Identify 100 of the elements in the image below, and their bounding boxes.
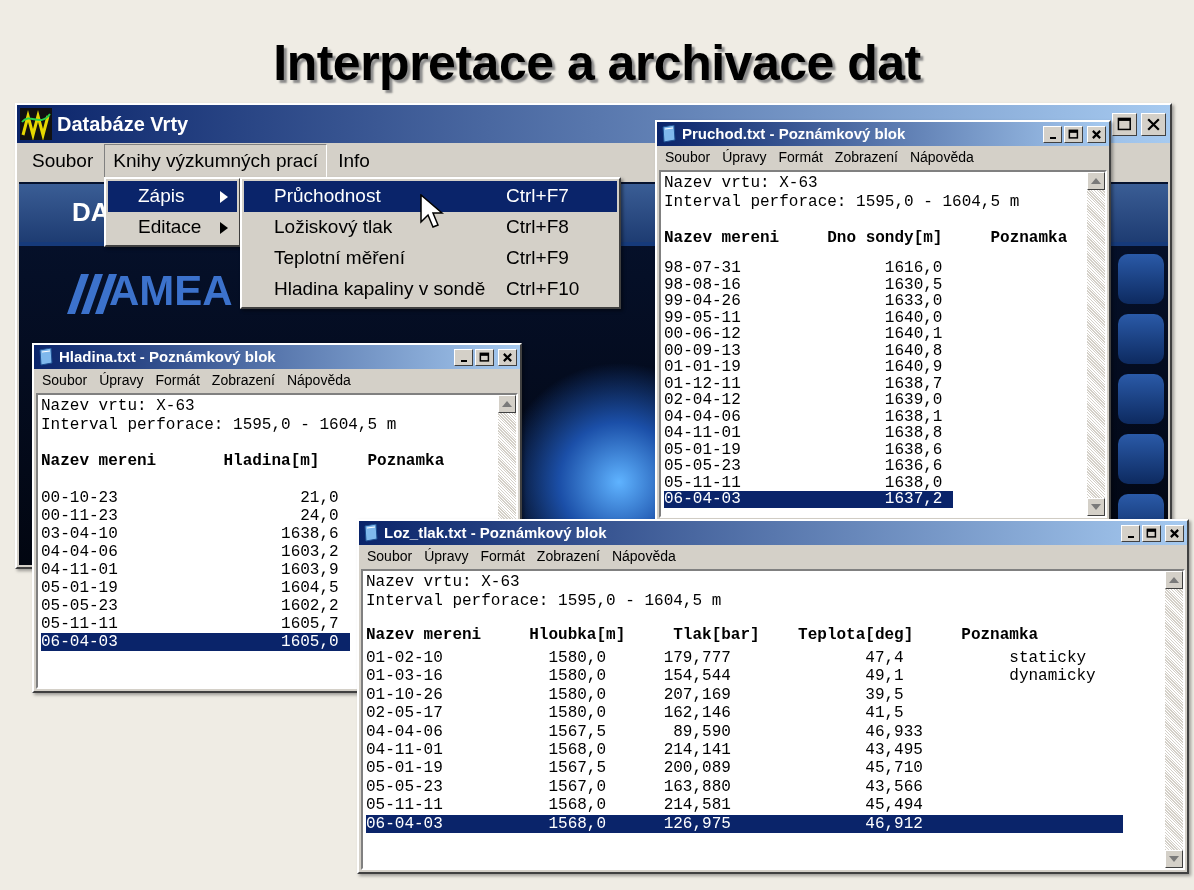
text-line: 05-01-19 1638,6 [664, 441, 943, 458]
notepad-icon [362, 524, 379, 542]
scroll-up-button[interactable] [498, 395, 516, 413]
menu-item[interactable]: Nápověda [905, 146, 978, 169]
text-line: Interval perforace: 1595,0 - 1604,5 m [664, 193, 1020, 212]
scroll-down-button[interactable] [1087, 498, 1105, 516]
tile-shape [1118, 254, 1164, 304]
text-line: 04-11-01 1603,9 [41, 561, 339, 579]
text-line: 98-07-31 1616,0 [664, 260, 943, 277]
menu-item[interactable]: Info [329, 143, 379, 179]
down-arrow-icon [1169, 856, 1179, 862]
text-line: 00-09-13 1640,8 [664, 342, 943, 359]
menu-item[interactable]: Formát [476, 545, 529, 568]
text-line: 00-11-23 24,0 [41, 507, 339, 525]
menu-item[interactable]: Soubor [363, 545, 417, 568]
logo-text: AMEA [109, 270, 233, 312]
close-button[interactable] [1141, 112, 1166, 136]
text-line: 02-05-17 1580,0 162,146 41,5 [366, 704, 904, 723]
menu-item[interactable]: Nápověda [282, 369, 355, 392]
text-line: 05-11-11 1638,0 [664, 474, 943, 491]
submenu-item[interactable]: Hladina kapaliny v sondě Ctrl+F10 [244, 274, 617, 305]
text-line: 04-04-06 1638,1 [664, 408, 943, 425]
menu-item[interactable]: Zobrazení [830, 146, 902, 169]
text-line: 01-12-11 1638,7 [664, 375, 943, 392]
menu-item[interactable]: Úpravy [95, 369, 148, 392]
text-line: 00-06-12 1640,1 [664, 326, 943, 343]
notepad-icon [37, 348, 54, 366]
maximize-button[interactable] [1112, 112, 1137, 136]
close-icon [1090, 127, 1103, 141]
menu-item[interactable]: Zobrazení [532, 545, 604, 568]
down-arrow-icon [1091, 504, 1101, 510]
text-line: 99-05-11 1640,0 [664, 309, 943, 326]
text-line: 01-10-26 1580,0 207,169 39,5 [366, 685, 904, 705]
close-button[interactable] [1087, 125, 1106, 143]
maximize-button[interactable] [475, 348, 494, 366]
submenu-item[interactable]: Ložiskový tlak Ctrl+F8 [244, 212, 617, 243]
menu-item[interactable]: Formát [774, 146, 827, 169]
text-line: Nazev vrtu: X-63 [366, 573, 520, 592]
submenu-item[interactable]: Teplotní měření Ctrl+F9 [244, 243, 617, 274]
window-title: Loz_tlak.txt - Poznámkový blok [384, 522, 607, 543]
text-line: 05-05-23 1567,0 163,880 43,566 [366, 777, 923, 797]
text-line: 04-04-06 1603,2 [41, 543, 339, 561]
minimize-button[interactable] [1121, 524, 1140, 542]
text-line: 05-05-23 1636,6 [664, 458, 943, 475]
text-line: 03-04-10 1638,6 [41, 525, 339, 543]
window-title: Hladina.txt - Poznámkový blok [59, 346, 276, 367]
close-icon [1168, 526, 1181, 540]
text-line: 05-01-19 1567,5 200,089 45,710 [366, 759, 923, 778]
text-line: 05-01-19 1604,5 [41, 579, 339, 597]
submenu-item[interactable]: Zápis [108, 181, 237, 212]
text-line: 00-10-23 21,0 [41, 489, 339, 507]
tile-shape [1118, 434, 1164, 484]
scroll-down-button[interactable] [1165, 850, 1183, 868]
text-line: 01-01-19 1640,9 [664, 359, 943, 376]
maximize-icon [1145, 526, 1158, 540]
menu-item[interactable]: Soubor [23, 143, 103, 179]
window-title: Pruchod.txt - Poznámkový blok [682, 123, 906, 144]
column-heading: Nazev mereni Dno sondy[m] Poznamka [664, 228, 1068, 249]
minimize-button[interactable] [454, 348, 473, 366]
scroll-up-button[interactable] [1165, 571, 1183, 589]
close-button[interactable] [1165, 524, 1184, 542]
menu-item[interactable]: Soubor [38, 369, 92, 392]
menu-item[interactable]: Soubor [661, 146, 715, 169]
window-title: Databáze Vrty [57, 112, 189, 137]
text-line: 99-04-26 1633,0 [664, 293, 943, 310]
minimize-button[interactable] [1043, 125, 1062, 143]
maximize-button[interactable] [1142, 524, 1161, 542]
up-arrow-icon [1169, 577, 1179, 583]
column-heading: Nazev mereni Hloubka[m] Tlak[bar] Teplota[deg] Poznamka [366, 625, 1039, 646]
mouse-pointer-icon [420, 194, 444, 230]
text-line: 02-04-12 1639,0 [664, 392, 943, 409]
menu-item[interactable]: Formát [151, 369, 204, 392]
text-line: 04-11-01 1638,8 [664, 425, 943, 442]
slide-title: Interpretace a archivace dat [273, 35, 921, 91]
submenu-item[interactable]: Průchodnost Ctrl+F7 [244, 181, 617, 212]
menu-item[interactable]: Nápověda [607, 545, 680, 568]
text-line: 04-11-01 1568,0 214,141 43,495 [366, 741, 923, 760]
minimize-icon [1049, 136, 1056, 139]
text-line: 01-02-10 1580,0 179,777 47,4 staticky [366, 649, 1087, 668]
tile-shape [1118, 314, 1164, 364]
menu-item[interactable]: Úpravy [718, 146, 771, 169]
maximize-icon [478, 350, 491, 364]
app-logo-icon [20, 108, 52, 140]
submenu-item[interactable]: Editace [108, 212, 237, 243]
tile-shape [1118, 374, 1164, 424]
maximize-button[interactable] [1064, 125, 1083, 143]
column-heading: Nazev mereni Hladina[m] Poznamka [41, 451, 445, 472]
minimize-icon [1127, 535, 1134, 538]
minimize-icon [460, 359, 467, 362]
menu-item[interactable]: Úpravy [420, 545, 473, 568]
scroll-up-button[interactable] [1087, 172, 1105, 190]
text-line: 05-05-23 1602,2 [41, 597, 339, 615]
close-button[interactable] [498, 348, 517, 366]
text-line: Nazev vrtu: X-63 [664, 174, 818, 193]
menu-item[interactable]: Zobrazení [207, 369, 279, 392]
notepad-icon [660, 125, 677, 143]
maximize-icon [1067, 127, 1080, 141]
text-line: 01-03-16 1580,0 154,544 49,1 dynamicky [366, 667, 1096, 686]
close-icon [501, 350, 514, 364]
text-line: 04-04-06 1567,5 89,590 46,933 [366, 722, 923, 742]
